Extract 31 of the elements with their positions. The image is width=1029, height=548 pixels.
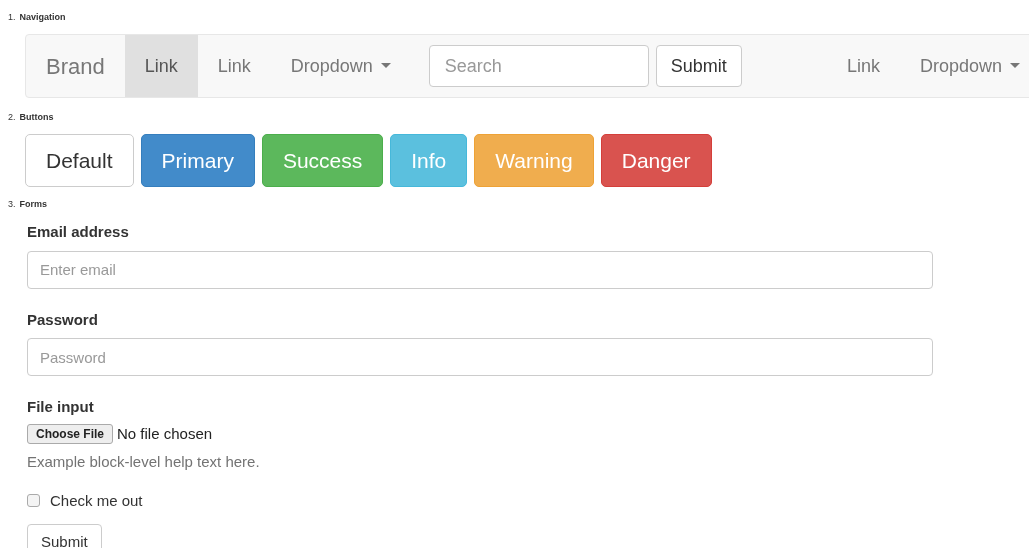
button[interactable]: Primary <box>140 134 255 187</box>
nav-link[interactable]: Link <box>124 35 198 97</box>
section-number: 3. <box>8 198 16 212</box>
button[interactable]: Success <box>261 134 384 187</box>
dropdown-toggle[interactable]: Dropdown <box>270 35 411 97</box>
dropdown-toggle[interactable]: Dropdown <box>899 35 1029 97</box>
choose-file-button[interactable]: Choose File <box>27 423 113 444</box>
section-heading: Navigation <box>19 11 66 25</box>
input-field[interactable]: Password <box>27 338 933 376</box>
section-heading: Forms <box>19 198 48 212</box>
caret-icon <box>1010 63 1020 69</box>
file-status: No file chosen <box>117 423 213 444</box>
checkbox-label: Check me out <box>50 490 143 511</box>
navbar-brand[interactable]: Brand <box>26 49 125 83</box>
nav-link[interactable]: Link <box>197 35 271 97</box>
help-text: Example block-level help text here. <box>27 452 261 472</box>
field-label: Password <box>27 309 99 330</box>
submit-button[interactable]: Submit <box>27 524 102 548</box>
caret-icon <box>380 63 391 69</box>
section-number: 1. <box>8 11 16 25</box>
checkbox[interactable] <box>27 494 40 508</box>
input-field[interactable]: Enter email <box>27 250 933 289</box>
field-label: File input <box>27 397 95 417</box>
submit-button[interactable]: Submit <box>655 45 742 87</box>
nav-link[interactable]: Link <box>826 35 900 97</box>
section-heading: Buttons <box>19 111 54 125</box>
section-number: 2. <box>8 111 16 125</box>
button[interactable]: Danger <box>600 134 712 187</box>
field-label: Email address <box>27 222 130 242</box>
button[interactable]: Default <box>25 134 134 187</box>
search-field[interactable]: Search <box>428 45 649 87</box>
